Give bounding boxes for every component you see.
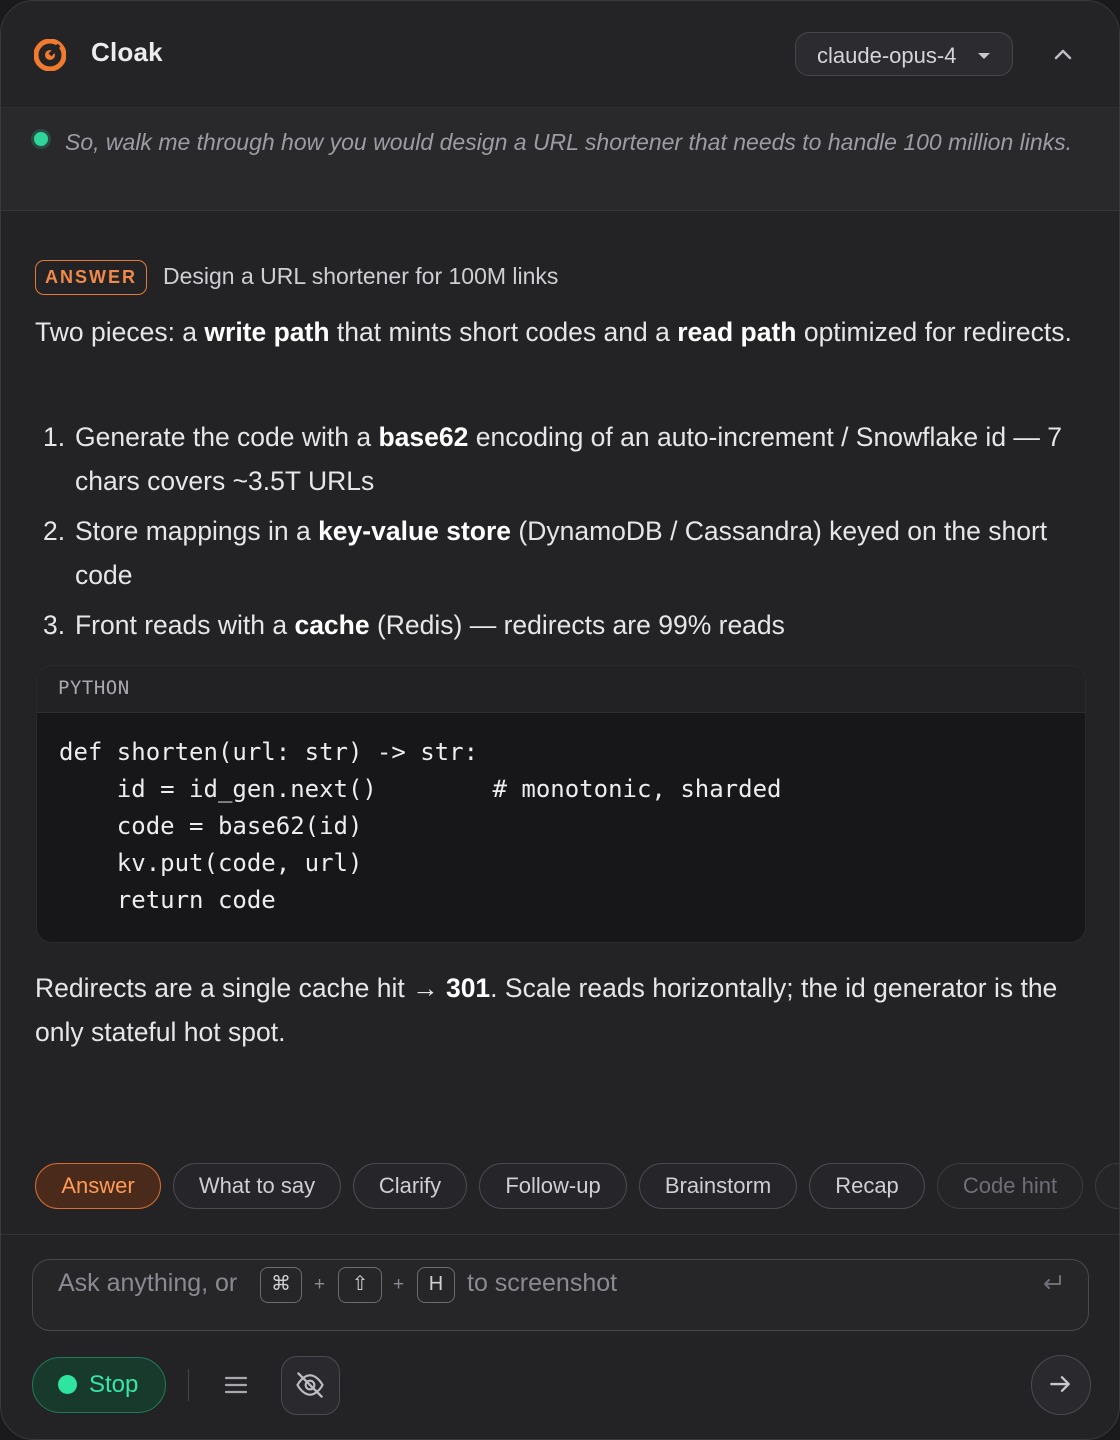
list-item: 2. Store mappings in a key-value store (D…: [43, 516, 1048, 590]
eye-off-icon: [296, 1372, 324, 1398]
input-placeholder: Ask anything, or: [58, 1269, 238, 1297]
chip-answer[interactable]: Answer: [35, 1163, 161, 1209]
code-block: PYTHON def shorten(url: str) -> str: id …: [36, 665, 1086, 943]
stop-button[interactable]: Stop: [32, 1357, 166, 1413]
h-key-icon: H: [417, 1267, 455, 1303]
action-chips: Answer What to say Clarify Follow-up Bra…: [35, 1163, 1119, 1211]
enter-icon: [1044, 1275, 1061, 1289]
recording-dot-icon: [58, 1375, 77, 1394]
answer-title: Design a URL shortener for 100M links: [163, 263, 559, 289]
hide-button[interactable]: [281, 1356, 340, 1415]
answer-badge: ANSWER: [35, 260, 147, 295]
chip-brainstorm[interactable]: Brainstorm: [639, 1163, 797, 1209]
divider: [1, 1234, 1119, 1235]
live-indicator-icon: [34, 132, 48, 146]
chip-recap[interactable]: Recap: [809, 1163, 925, 1209]
code-language-label: PYTHON: [58, 677, 130, 699]
plus-sign: +: [314, 1274, 326, 1295]
list-item: 3. Front reads with a cache (Redis) — red…: [43, 610, 785, 640]
stop-button-label: Stop: [89, 1371, 139, 1398]
steps-list: 1. Generate the code with a base62 encodi…: [35, 415, 1085, 653]
command-key-icon: ⌘: [260, 1267, 302, 1303]
code-content: def shorten(url: str) -> str: id = id_ge…: [59, 738, 782, 914]
list-item: 1. Generate the code with a base62 encodi…: [43, 422, 1063, 496]
answer-intro: Two pieces: a write path that mints shor…: [35, 317, 1072, 347]
separator: [188, 1369, 189, 1401]
app-title: Cloak: [91, 37, 163, 67]
model-selector-label: claude-opus-4: [817, 43, 957, 68]
chip-follow-up[interactable]: Follow-up: [479, 1163, 627, 1209]
ask-input[interactable]: Ask anything, or ⌘ + ⇧ + H to screenshot: [32, 1259, 1089, 1331]
model-selector[interactable]: claude-opus-4: [795, 32, 1013, 76]
input-placeholder-suffix: to screenshot: [467, 1269, 618, 1297]
menu-icon[interactable]: [223, 1373, 249, 1397]
chip-code-hint[interactable]: Code hint: [937, 1163, 1083, 1209]
header: Cloak claude-opus-4: [1, 1, 1119, 108]
code-block-header: [37, 666, 1085, 713]
app-window: Cloak claude-opus-4 So, walk me through …: [0, 0, 1120, 1440]
chip-clarify[interactable]: Clarify: [353, 1163, 467, 1209]
chevron-down-icon: [978, 53, 990, 59]
chip-what-to-say[interactable]: What to say: [173, 1163, 341, 1209]
transcript-bar: So, walk me through how you would design…: [1, 108, 1119, 211]
answer-outro: Redirects are a single cache hit → 301. …: [35, 973, 1058, 1047]
arrow-right-icon: [1050, 1376, 1070, 1392]
shift-key-icon: ⇧: [338, 1267, 382, 1303]
send-button[interactable]: [1031, 1355, 1091, 1415]
transcript-text: So, walk me through how you would design…: [65, 129, 1073, 155]
chip-overflow[interactable]: [1095, 1163, 1119, 1209]
cloak-logo-icon: [34, 39, 66, 71]
plus-sign: +: [393, 1274, 405, 1295]
chevron-up-icon[interactable]: [1047, 39, 1079, 71]
